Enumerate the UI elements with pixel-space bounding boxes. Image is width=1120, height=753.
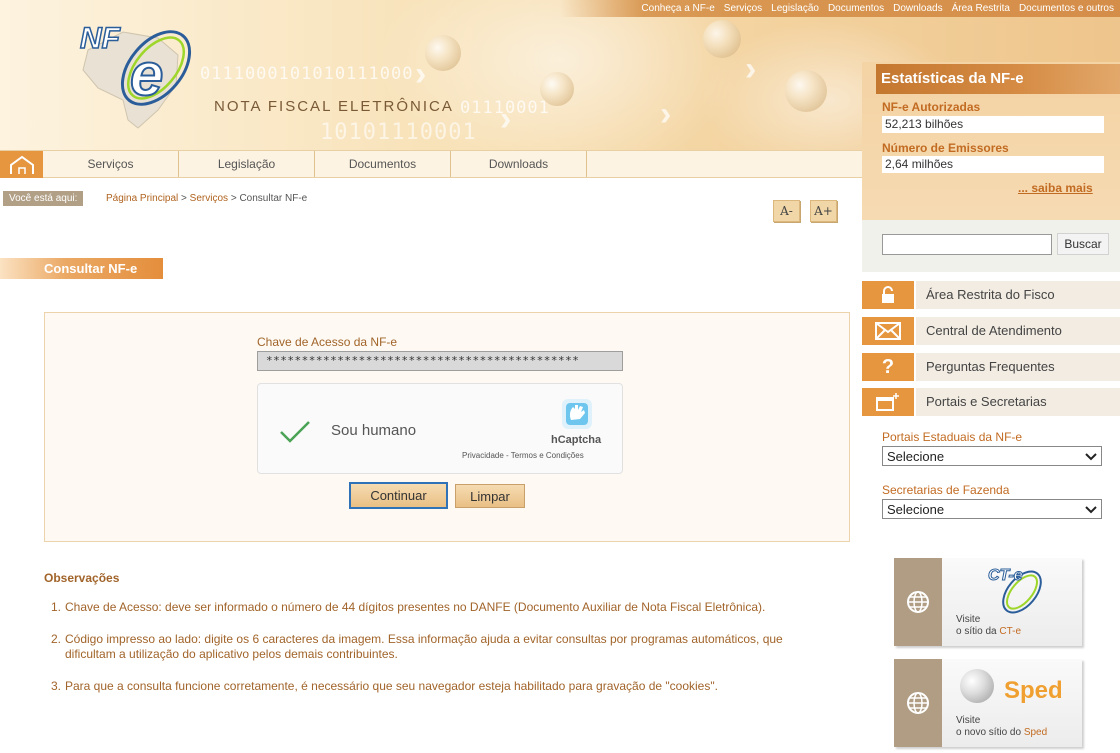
portais-label: Portais Estaduais da NF-e xyxy=(882,430,1023,444)
window-icon xyxy=(862,388,914,416)
envelope-icon xyxy=(862,317,914,345)
stat-emissores-label: Número de Emissores xyxy=(882,141,1009,155)
captcha-label: Sou humano xyxy=(331,422,417,439)
topnav-area-restrita[interactable]: Área Restrita xyxy=(952,3,1010,14)
search-input[interactable] xyxy=(882,234,1052,255)
search-button[interactable]: Buscar xyxy=(1057,233,1109,255)
font-increase-button[interactable]: A+ xyxy=(810,200,837,222)
chevron-down-icon xyxy=(1085,502,1097,517)
topnav-legislacao[interactable]: Legislação xyxy=(771,3,819,14)
cte-banner[interactable]: CT-e Visite o sítio da CT-e xyxy=(894,558,1082,646)
topnav-documentos-outros[interactable]: Documentos e outros xyxy=(1019,3,1114,14)
topnav-servicos[interactable]: Serviços xyxy=(724,3,762,14)
you-are-here-label: Você está aqui: xyxy=(3,191,84,206)
globe-icon xyxy=(894,659,942,747)
observacoes-list: 1. Chave de Acesso: deve ser informado o … xyxy=(51,600,795,711)
topnav-downloads[interactable]: Downloads xyxy=(893,3,942,14)
list-item: 2. Código impresso ao lado: digite os 6 c… xyxy=(51,632,783,661)
home-button[interactable] xyxy=(0,151,43,178)
secretarias-label: Secretarias de Fazenda xyxy=(882,483,1010,497)
hcaptcha-links[interactable]: Privacidade - Termos e Condições xyxy=(462,451,584,460)
stat-emissores-value: 2,64 milhões xyxy=(882,156,1104,173)
home-icon xyxy=(9,155,34,174)
font-decrease-button[interactable]: A- xyxy=(773,200,800,222)
question-icon: ? xyxy=(862,353,914,381)
page-title: Consultar NF-e xyxy=(0,258,163,279)
continuar-button[interactable]: Continuar xyxy=(349,482,448,509)
nfe-logo[interactable]: NF e xyxy=(68,10,208,135)
breadcrumb: Página Principal > Serviços > Consultar … xyxy=(106,193,308,204)
hcaptcha-logo-icon xyxy=(558,395,596,436)
globe-icon xyxy=(894,558,942,646)
sidebar-item-perguntas-frequentes[interactable]: ? Perguntas Frequentes xyxy=(862,353,1120,381)
brand-title: NOTA FISCAL ELETRÔNICA xyxy=(214,98,454,115)
checkmark-icon[interactable] xyxy=(278,418,312,449)
hcaptcha-brand: hCaptcha xyxy=(551,434,602,446)
limpar-button[interactable]: Limpar xyxy=(455,484,525,508)
topnav-documentos[interactable]: Documentos xyxy=(828,3,884,14)
breadcrumb-home[interactable]: Página Principal xyxy=(106,193,178,204)
portais-select[interactable]: Selecione xyxy=(882,446,1102,466)
breadcrumb-servicos[interactable]: Serviços xyxy=(190,193,228,204)
secretarias-select[interactable]: Selecione xyxy=(882,499,1102,519)
svg-text:e: e xyxy=(130,41,163,108)
cte-logo: CT-e xyxy=(984,562,1054,621)
chave-label: Chave de Acesso da NF-e xyxy=(257,335,398,349)
svg-text:NF: NF xyxy=(80,22,121,55)
list-item: 1. Chave de Acesso: deve ser informado o … xyxy=(51,600,766,614)
nav-servicos[interactable]: Serviços xyxy=(43,151,179,177)
sidebar-item-portais-secretarias[interactable]: Portais e Secretarias xyxy=(862,388,1120,416)
chave-acesso-input[interactable]: ****************************************… xyxy=(257,351,623,371)
nav-legislacao[interactable]: Legislação xyxy=(179,151,315,177)
chevron-down-icon xyxy=(1085,449,1097,464)
sped-banner[interactable]: Sped Visite o novo sítio do Sped xyxy=(894,659,1082,747)
topnav-conheca[interactable]: Conheça a NF-e xyxy=(641,3,714,14)
observacoes-title: Observações xyxy=(44,571,120,585)
hcaptcha-widget[interactable]: Sou humano hCaptcha Privacidade - Termos… xyxy=(257,383,623,474)
stat-autorizadas-label: NF-e Autorizadas xyxy=(882,100,981,114)
saiba-mais-link[interactable]: ... saiba mais xyxy=(1018,181,1093,195)
sidebar-item-area-restrita[interactable]: Área Restrita do Fisco xyxy=(862,281,1120,309)
nav-downloads[interactable]: Downloads xyxy=(451,151,587,177)
sidebar-item-central-atendimento[interactable]: Central de Atendimento xyxy=(862,317,1120,345)
nav-documentos[interactable]: Documentos xyxy=(315,151,451,177)
top-navigation: Conheça a NF-e Serviços Legislação Docum… xyxy=(641,3,1114,14)
stats-title: Estatísticas da NF-e xyxy=(876,64,1120,94)
stat-autorizadas-value: 52,213 bilhões xyxy=(882,116,1104,133)
lock-icon xyxy=(862,281,914,309)
sped-sphere-icon xyxy=(960,669,994,703)
breadcrumb-current: Consultar NF-e xyxy=(239,193,308,204)
list-item: 3. Para que a consulta funcione corretame… xyxy=(51,679,718,693)
sped-logo: Sped xyxy=(1004,677,1063,704)
main-navigation: Serviços Legislação Documentos Downloads xyxy=(0,150,862,178)
svg-text:CT-e: CT-e xyxy=(988,567,1023,584)
